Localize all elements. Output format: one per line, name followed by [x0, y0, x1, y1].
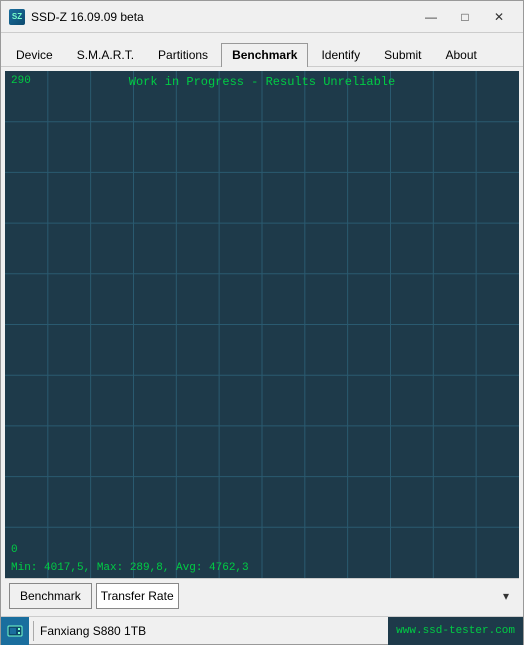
metric-select[interactable]: Transfer Rate Access Time IOPS: [96, 583, 179, 609]
chart-grid-svg: [5, 71, 519, 578]
tab-bar: Device S.M.A.R.T. Partitions Benchmark I…: [1, 33, 523, 67]
website-label: www.ssd-tester.com: [388, 617, 523, 645]
chart-title: Work in Progress - Results Unreliable: [5, 75, 519, 89]
drive-name: Fanxiang S880 1TB: [38, 624, 388, 638]
tab-partitions[interactable]: Partitions: [147, 43, 219, 67]
tab-about[interactable]: About: [435, 43, 488, 67]
app-window: SZ SSD-Z 16.09.09 beta — □ ✕ Device S.M.…: [0, 0, 524, 645]
tab-device[interactable]: Device: [5, 43, 64, 67]
app-icon: SZ: [9, 9, 25, 25]
tab-smart[interactable]: S.M.A.R.T.: [66, 43, 145, 67]
minimize-button[interactable]: —: [415, 7, 447, 27]
maximize-button[interactable]: □: [449, 7, 481, 27]
chart-y-min-label: 0: [11, 544, 18, 556]
status-divider: [33, 621, 34, 641]
status-bar: Fanxiang S880 1TB www.ssd-tester.com: [1, 616, 523, 644]
window-controls: — □ ✕: [415, 7, 515, 27]
chart-stats: Min: 4017,5, Max: 289,8, Avg: 4762,3: [11, 562, 249, 574]
tab-submit[interactable]: Submit: [373, 43, 432, 67]
benchmark-button[interactable]: Benchmark: [9, 583, 92, 609]
bottom-controls: Benchmark Transfer Rate Access Time IOPS: [5, 578, 519, 612]
title-bar: SZ SSD-Z 16.09.09 beta — □ ✕: [1, 1, 523, 33]
status-app-icon: [1, 617, 29, 645]
close-button[interactable]: ✕: [483, 7, 515, 27]
ssd-icon: [7, 623, 23, 639]
chart-area: 290 Work in Progress - Results Unreliabl…: [5, 71, 519, 578]
metric-select-wrapper: Transfer Rate Access Time IOPS: [96, 583, 515, 609]
tab-benchmark[interactable]: Benchmark: [221, 43, 308, 67]
tab-identify[interactable]: Identify: [310, 43, 371, 67]
window-title: SSD-Z 16.09.09 beta: [31, 10, 415, 24]
